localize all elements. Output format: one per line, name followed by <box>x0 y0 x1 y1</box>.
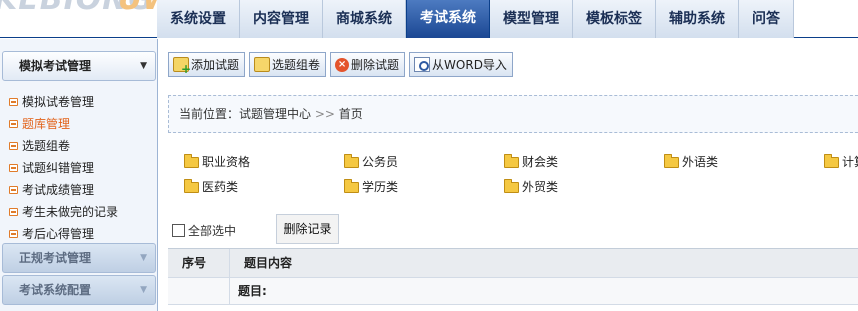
folder-icon <box>504 154 519 168</box>
nav-tab-system-settings[interactable]: 系统设置 <box>157 0 240 38</box>
bullet-icon <box>9 98 18 106</box>
add-file-icon <box>173 57 191 76</box>
sidebar-item-reflections[interactable]: 考后心得管理 <box>0 223 158 245</box>
category-item[interactable]: 公务员 <box>344 152 398 172</box>
sidebar-item-label: 题库管理 <box>22 117 71 131</box>
nav-tab-exam[interactable]: 考试系统 <box>406 0 490 38</box>
table-row: 题目: <box>168 278 858 305</box>
bullet-icon <box>9 120 18 128</box>
bullet-icon <box>9 208 18 216</box>
sidebar-item-error-report[interactable]: 试题纠错管理 <box>0 157 158 179</box>
delete-records-button[interactable]: 删除记录 <box>276 214 339 244</box>
sidebar-items: 模拟试卷管理 题库管理 选题组卷 试题纠错管理 考试成绩管理 考生未做完的记录 … <box>0 91 158 245</box>
folder-icon <box>344 154 359 168</box>
column-header-index: 序号 <box>168 249 230 277</box>
sidebar-item-mock-papers[interactable]: 模拟试卷管理 <box>0 91 158 113</box>
logo: KEBIONGUWD <box>0 0 160 38</box>
sidebar-item-label: 模拟试卷管理 <box>22 95 95 109</box>
category-item[interactable]: 计算 <box>824 152 858 172</box>
row-index-cell <box>168 278 230 304</box>
folder-icon <box>254 57 271 72</box>
breadcrumb: 当前位置：试题管理中心 >> 首页 <box>168 95 858 133</box>
folder-icon <box>184 179 199 193</box>
nav-tab-template-tags[interactable]: 模板标签 <box>573 0 656 38</box>
button-label: 删除试题 <box>351 58 400 72</box>
add-question-button[interactable]: 添加试题 <box>168 52 246 77</box>
button-label: 从WORD导入 <box>432 58 507 72</box>
caret-down-icon: ▼ <box>140 61 147 71</box>
folder-icon <box>664 154 679 168</box>
sidebar-item-label: 试题纠错管理 <box>22 161 95 175</box>
sidebar-section-mock-exam[interactable]: 模拟考试管理 ▼ <box>2 51 156 81</box>
sidebar-item-label: 考试成绩管理 <box>22 183 95 197</box>
delete-icon: × <box>335 57 350 72</box>
breadcrumb-separator: >> <box>314 107 335 121</box>
caret-down-icon: ▼ <box>140 253 147 263</box>
sidebar-item-label: 选题组卷 <box>22 139 71 153</box>
category-label: 财会类 <box>522 155 559 169</box>
nav-tab-content[interactable]: 内容管理 <box>240 0 323 38</box>
sidebar-item-label: 考生未做完的记录 <box>22 205 119 219</box>
sidebar-section-label: 考试系统配置 <box>19 283 92 297</box>
category-label: 医药类 <box>202 180 239 194</box>
category-item[interactable]: 外贸类 <box>504 177 558 197</box>
delete-question-button[interactable]: × 删除试题 <box>330 52 406 77</box>
column-header-content: 题目内容 <box>230 249 858 277</box>
select-all-checkbox[interactable]: 全部选中 <box>172 220 236 240</box>
nav-tab-model[interactable]: 模型管理 <box>490 0 573 38</box>
toolbar: 添加试题 选题组卷 ×删除试题 从WORD导入 <box>168 52 513 78</box>
category-item[interactable]: 职业资格 <box>184 152 250 172</box>
breadcrumb-label: 当前位置： <box>179 107 240 121</box>
folder-icon <box>824 154 839 168</box>
sidebar-section-label: 模拟考试管理 <box>19 59 92 73</box>
category-label: 外贸类 <box>522 180 559 194</box>
sidebar: 模拟考试管理 ▼ 模拟试卷管理 题库管理 选题组卷 试题纠错管理 考试成绩管理 … <box>0 39 158 311</box>
main-content: 添加试题 选题组卷 ×删除试题 从WORD导入 当前位置：试题管理中心 >> 首… <box>160 39 858 311</box>
category-label: 外语类 <box>682 155 719 169</box>
nav-tab-qa[interactable]: 问答 <box>739 0 794 38</box>
folder-icon <box>504 179 519 193</box>
main-nav: 系统设置 内容管理 商城系统 考试系统 模型管理 模板标签 辅助系统 问答 <box>157 0 794 38</box>
nav-tab-shop[interactable]: 商城系统 <box>323 0 406 38</box>
sidebar-item-question-bank[interactable]: 题库管理 <box>0 113 158 135</box>
checkbox-box[interactable] <box>172 223 185 237</box>
table-header-row: 序号 题目内容 <box>168 249 858 278</box>
button-label: 选题组卷 <box>272 58 321 72</box>
sidebar-item-scores[interactable]: 考试成绩管理 <box>0 179 158 201</box>
nav-tab-auxiliary[interactable]: 辅助系统 <box>656 0 739 38</box>
category-label: 计算 <box>842 155 858 169</box>
folder-icon <box>344 179 359 193</box>
top-bar: KEBIONGUWD 系统设置 内容管理 商城系统 考试系统 模型管理 模板标签… <box>0 0 858 38</box>
import-word-button[interactable]: 从WORD导入 <box>409 52 513 77</box>
category-item[interactable]: 财会类 <box>504 152 558 172</box>
bullet-icon <box>9 142 18 150</box>
folder-icon <box>184 154 199 168</box>
caret-down-icon: ▼ <box>140 285 147 295</box>
bullet-icon <box>9 186 18 194</box>
compose-paper-button[interactable]: 选题组卷 <box>249 52 327 77</box>
logo-text-accent: UWD <box>118 0 160 17</box>
sidebar-item-compose-paper[interactable]: 选题组卷 <box>0 135 158 157</box>
sidebar-section-label: 正规考试管理 <box>19 251 92 265</box>
category-label: 职业资格 <box>202 155 251 169</box>
sidebar-item-unfinished-records[interactable]: 考生未做完的记录 <box>0 201 158 223</box>
category-label: 公务员 <box>362 155 399 169</box>
select-all-label: 全部选中 <box>188 223 237 238</box>
question-table: 序号 题目内容 题目: <box>168 248 858 305</box>
row-question-label: 题目: <box>230 278 858 304</box>
sidebar-section-exam-config[interactable]: 考试系统配置 ▼ <box>2 275 156 305</box>
breadcrumb-section[interactable]: 试题管理中心 <box>239 107 311 121</box>
button-label: 添加试题 <box>191 58 240 72</box>
sidebar-item-label: 考后心得管理 <box>22 227 95 241</box>
sidebar-section-formal-exam[interactable]: 正规考试管理 ▼ <box>2 243 156 273</box>
search-document-icon <box>414 57 431 72</box>
category-item[interactable]: 外语类 <box>664 152 718 172</box>
category-item[interactable]: 医药类 <box>184 177 238 197</box>
bullet-icon <box>9 230 18 238</box>
breadcrumb-page: 首页 <box>338 107 363 121</box>
bullet-icon <box>9 164 18 172</box>
category-item[interactable]: 学历类 <box>344 177 398 197</box>
category-label: 学历类 <box>362 180 399 194</box>
